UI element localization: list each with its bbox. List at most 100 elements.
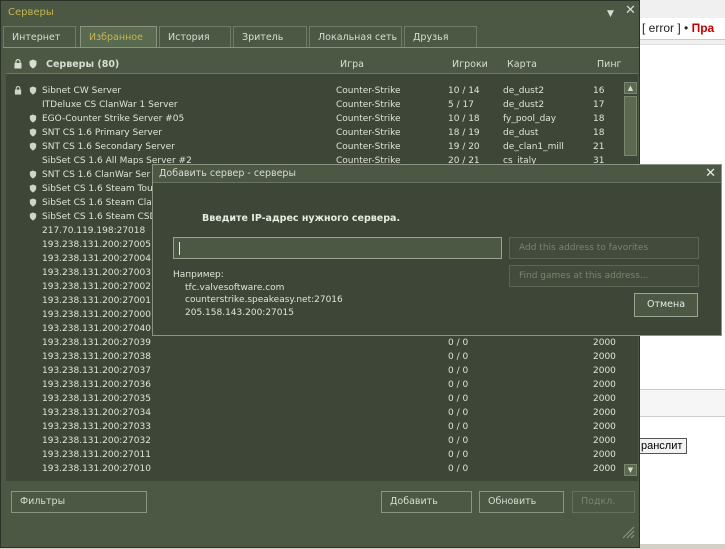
server-name: 193.238.131.200:27036 <box>42 380 151 390</box>
server-row[interactable]: EGO-Counter Strike Server #05 Counter-Str… <box>6 113 623 127</box>
server-row[interactable]: 193.238.131.200:27011 0 / 0 2000 <box>6 449 623 463</box>
resize-grip-icon[interactable] <box>619 523 635 539</box>
example-label: Например: <box>173 270 224 280</box>
server-name: SNT CS 1.6 Primary Server <box>42 128 162 138</box>
add-server-button[interactable]: Добавить <box>381 491 472 513</box>
server-name: 193.238.131.200:27033 <box>42 422 151 432</box>
server-game: Counter-Strike <box>336 142 401 152</box>
server-row[interactable]: 193.238.131.200:27038 0 / 0 2000 <box>6 351 623 365</box>
column-servers[interactable]: Серверы (80) <box>46 59 119 70</box>
column-players[interactable]: Игроки <box>452 59 488 70</box>
server-row[interactable]: SNT CS 1.6 Primary Server Counter-Strike 1… <box>6 127 623 141</box>
server-game: Counter-Strike <box>336 100 401 110</box>
server-row[interactable]: ITDeluxe CS ClanWar 1 Server Counter-Stri… <box>6 99 623 113</box>
add-to-favorites-button[interactable]: Add this address to favorites <box>509 237 699 259</box>
filters-button[interactable]: Фильтры <box>11 491 147 513</box>
shield-icon <box>29 170 37 179</box>
server-name: 193.238.131.200:27010 <box>42 464 151 474</box>
server-map: fy_pool_day <box>503 114 557 124</box>
cancel-button[interactable]: Отмена <box>634 293 698 317</box>
server-players: 0 / 0 <box>448 352 469 362</box>
tab-internet[interactable]: Интернет <box>3 26 76 48</box>
server-name: 193.238.131.200:27037 <box>42 366 151 376</box>
translit-button[interactable]: ранслит <box>636 438 688 454</box>
tab-spectate[interactable]: Зритель <box>233 26 307 48</box>
server-game: Counter-Strike <box>336 114 401 124</box>
dialog-close-icon[interactable]: ✕ <box>705 166 716 181</box>
column-ping[interactable]: Пинг <box>597 59 622 70</box>
server-map: de_dust2 <box>503 100 545 110</box>
find-games-button[interactable]: Find games at this address... <box>509 265 699 287</box>
ip-address-input[interactable] <box>174 238 501 258</box>
minimize-icon[interactable]: ▼ <box>607 7 614 21</box>
server-row[interactable]: 193.238.131.200:27034 0 / 0 2000 <box>6 407 623 421</box>
server-players: 0 / 0 <box>448 464 469 474</box>
tab-favorites[interactable]: Избранное <box>80 26 157 48</box>
shield-icon[interactable] <box>29 59 37 69</box>
scroll-up-icon[interactable]: ▲ <box>624 82 637 94</box>
server-row[interactable]: 193.238.131.200:27033 0 / 0 2000 <box>6 421 623 435</box>
server-row[interactable]: 193.238.131.200:27036 0 / 0 2000 <box>6 379 623 393</box>
server-name: 193.238.131.200:27038 <box>42 352 151 362</box>
refresh-button[interactable]: Обновить <box>479 491 564 513</box>
dialog-title-bar[interactable]: Добавить сервер - серверы ✕ <box>153 165 721 183</box>
scroll-down-icon[interactable]: ▼ <box>624 464 637 476</box>
server-row[interactable]: 193.238.131.200:27037 0 / 0 2000 <box>6 365 623 379</box>
server-row[interactable]: 193.238.131.200:27039 0 / 0 2000 <box>6 337 623 351</box>
server-ping: 21 <box>593 142 605 152</box>
server-ping: 2000 <box>593 436 616 446</box>
example-block: Например: tfc.valvesoftware.com counters… <box>173 269 343 319</box>
server-name: Sibnet CW Server <box>42 86 122 96</box>
lock-icon[interactable] <box>14 59 22 69</box>
server-players: 0 / 0 <box>448 366 469 376</box>
server-players: 18 / 19 <box>448 128 480 138</box>
server-name: 193.238.131.200:27002 <box>42 282 151 292</box>
server-map: de_dust2 <box>503 86 545 96</box>
column-header: Серверы (80) Игра Игроки Карта Пинг <box>6 54 638 74</box>
server-game: Counter-Strike <box>336 86 401 96</box>
tab-history[interactable]: История <box>159 26 231 48</box>
example-item: counterstrike.speakeasy.net:27016 <box>185 295 343 305</box>
server-ping: 2000 <box>593 366 616 376</box>
tab-friends[interactable]: Друзья <box>404 26 477 48</box>
server-name: SNT CS 1.6 Secondary Server <box>42 142 175 152</box>
server-row[interactable]: 193.238.131.200:27035 0 / 0 2000 <box>6 393 623 407</box>
connect-button[interactable]: Подкл. <box>572 491 635 513</box>
scroll-thumb[interactable] <box>624 96 637 156</box>
close-icon[interactable]: ✕ <box>625 4 636 18</box>
ip-address-field[interactable] <box>173 237 502 259</box>
server-name: 193.238.131.200:27011 <box>42 450 151 460</box>
example-item: 205.158.143.200:27015 <box>185 307 294 318</box>
title-bar[interactable]: Серверы ▼ ✕ <box>1 1 639 25</box>
server-name: 193.238.131.200:27005 <box>42 240 151 250</box>
pr-link[interactable]: Пра <box>692 21 715 35</box>
shield-icon <box>29 128 37 137</box>
server-players: 0 / 0 <box>448 422 469 432</box>
tab-lan[interactable]: Локальная сеть <box>309 26 402 48</box>
server-name: EGO-Counter Strike Server #05 <box>42 114 185 124</box>
dialog-title: Добавить сервер - серверы <box>159 168 296 179</box>
server-game: Counter-Strike <box>336 128 401 138</box>
shield-icon <box>29 114 37 123</box>
server-ping: 18 <box>593 128 605 138</box>
server-players: 10 / 18 <box>448 114 480 124</box>
server-ping: 18 <box>593 114 605 124</box>
server-name: 217.70.119.198:27018 <box>42 226 146 236</box>
browser-status-strip: [ error ] • Пра <box>640 18 725 40</box>
server-row[interactable]: SNT CS 1.6 Secondary Server Counter-Strik… <box>6 141 623 155</box>
server-ping: 16 <box>593 86 605 96</box>
example-item: tfc.valvesoftware.com <box>185 282 285 293</box>
server-map: de_dust <box>503 128 539 138</box>
server-row[interactable]: Sibnet CW Server Counter-Strike 10 / 14 de_… <box>6 85 623 99</box>
server-name: 193.238.131.200:27001 <box>42 296 151 306</box>
server-players: 0 / 0 <box>448 450 469 460</box>
column-map[interactable]: Карта <box>507 59 537 70</box>
server-ping: 2000 <box>593 380 616 390</box>
server-players: 10 / 14 <box>448 86 480 96</box>
server-ping: 2000 <box>593 408 616 418</box>
browser-panel-lower <box>640 417 725 549</box>
server-row[interactable]: 193.238.131.200:27032 0 / 0 2000 <box>6 435 623 449</box>
column-game[interactable]: Игра <box>340 59 364 70</box>
server-ping: 2000 <box>593 352 616 362</box>
server-row[interactable]: 193.238.131.200:27010 0 / 0 2000 <box>6 463 623 477</box>
